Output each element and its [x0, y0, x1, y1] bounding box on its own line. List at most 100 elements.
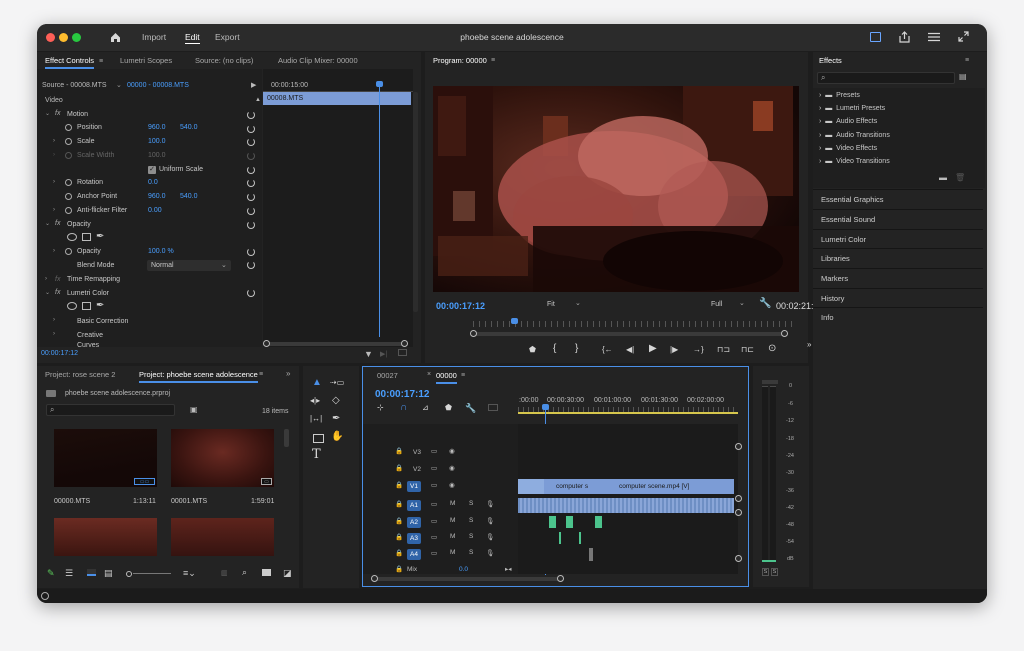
quality-select[interactable]: Full ⌄ [707, 299, 751, 310]
sync-lock-icon[interactable]: ▭ [431, 481, 437, 489]
camera-icon[interactable]: ⊙ [768, 344, 776, 354]
clip-thumbnail[interactable] [54, 518, 157, 556]
stopwatch-icon[interactable] [65, 193, 72, 200]
chevron-down-icon[interactable]: ⌄ [116, 81, 122, 89]
position-y-value[interactable]: 540.0 [180, 124, 198, 131]
panel-essential-sound[interactable]: Essential Sound [813, 209, 983, 228]
freeform-view-icon[interactable]: ▤ [104, 568, 113, 579]
antiflicker-value[interactable]: 0.00 [148, 207, 162, 214]
zoom-slider[interactable] [133, 573, 171, 574]
ellipse-mask-icon[interactable] [67, 302, 77, 310]
timeline-scroll-left[interactable] [371, 575, 378, 582]
panel-essential-graphics[interactable]: Essential Graphics [813, 189, 983, 208]
opacity-value[interactable]: 100.0 % [148, 248, 174, 255]
lock-icon[interactable]: 🔒 [395, 447, 403, 455]
uniform-reset-icon[interactable] [247, 166, 255, 174]
track-label[interactable]: A2 [407, 517, 421, 528]
scale-disclosure[interactable]: › [53, 138, 55, 144]
lock-icon[interactable]: 🔒 [395, 517, 403, 525]
program-scroll-left[interactable] [470, 330, 477, 337]
lock-icon[interactable]: 🔒 [395, 549, 403, 557]
clip-thumbnail[interactable] [171, 518, 274, 556]
pencil-icon[interactable]: ✎ [47, 568, 55, 579]
effects-title[interactable]: Effects [819, 52, 842, 69]
track-label[interactable]: A3 [407, 533, 421, 544]
workspaces-icon[interactable] [870, 32, 881, 42]
mute-button[interactable]: M [450, 549, 455, 556]
panel-menu-icon[interactable]: ≡ [99, 58, 103, 65]
panel-history[interactable]: History [813, 288, 983, 307]
sequence-label[interactable]: 00000 - 00008.MTS [127, 82, 189, 89]
audio-clip-a3[interactable] [579, 532, 581, 544]
new-preset-bin-icon[interactable]: ▤ [959, 72, 971, 83]
blend-reset-icon[interactable] [247, 261, 255, 269]
vertical-zoom-handle[interactable] [735, 555, 742, 562]
scale-reset-icon[interactable] [247, 138, 255, 146]
lock-icon[interactable]: 🔒 [395, 464, 403, 472]
track-label[interactable]: A4 [407, 549, 421, 560]
track-label[interactable]: V1 [407, 481, 421, 492]
video-clip[interactable]: computer s [544, 479, 599, 494]
new-bin-icon[interactable] [262, 569, 271, 576]
mini-horizontal-scrollbar[interactable] [265, 342, 405, 346]
new-item-icon[interactable]: ◪ [283, 568, 292, 579]
audio-clip-a2[interactable] [549, 516, 556, 528]
panel-libraries[interactable]: Libraries [813, 248, 983, 267]
filter-icon[interactable]: ▼ [364, 349, 373, 359]
program-ruler[interactable] [473, 321, 793, 327]
antiflicker-disclosure[interactable]: › [53, 207, 55, 213]
sync-lock-icon[interactable]: ▭ [431, 517, 437, 525]
mute-button[interactable]: M [450, 533, 455, 540]
motion-reset-icon[interactable] [247, 111, 255, 119]
rectangle-mask-icon[interactable] [82, 233, 91, 241]
audio-clip-a2[interactable] [595, 516, 602, 528]
mark-in-icon[interactable]: { [553, 344, 556, 354]
ripple-edit-tool-icon[interactable]: ◂|▸ [310, 396, 320, 406]
mute-button[interactable]: M [450, 500, 455, 507]
lumetri-reset-icon[interactable] [247, 289, 255, 297]
fullscreen-icon[interactable] [958, 31, 969, 42]
vertical-zoom-handle[interactable] [735, 509, 742, 516]
rotation-reset-icon[interactable] [247, 179, 255, 187]
share-icon[interactable] [899, 31, 910, 43]
panel-menu-icon[interactable]: ≡ [461, 372, 465, 379]
scale-value[interactable]: 100.0 [148, 138, 166, 145]
mix-value[interactable]: 0.0 [459, 566, 468, 573]
marker-icon[interactable]: ⬟ [529, 345, 536, 355]
selection-tool-icon[interactable]: ▲ [312, 378, 322, 388]
vertical-zoom-handle[interactable] [735, 495, 742, 502]
go-to-out-icon[interactable]: →} [693, 345, 704, 355]
antiflicker-reset-icon[interactable] [247, 207, 255, 215]
timeline-timecode[interactable]: 00:00:17:12 [375, 389, 429, 400]
nest-icon[interactable]: ⊹ [377, 403, 384, 413]
lift-icon[interactable]: ⊓⊐ [717, 345, 730, 355]
mute-button[interactable]: M [450, 517, 455, 524]
icon-view-icon[interactable] [87, 569, 96, 576]
solo-button[interactable]: S [469, 517, 473, 524]
scroll-up-icon[interactable]: ▲ [255, 97, 261, 103]
track-label[interactable]: V2 [410, 464, 424, 475]
add-marker-icon[interactable]: ⬟ [445, 403, 452, 413]
tree-item-lumetri-presets[interactable]: › ▬ Lumetri Presets [819, 105, 885, 112]
position-reset-icon[interactable] [247, 125, 255, 133]
pen-mask-icon[interactable]: ✒ [96, 300, 104, 311]
solo-button[interactable]: S [469, 500, 473, 507]
zoom-select[interactable]: Fit ⌄ [543, 299, 587, 310]
list-view-icon[interactable]: ☰ [65, 568, 73, 579]
eye-icon[interactable]: ◉ [449, 481, 455, 489]
step-back-icon[interactable]: ◀| [626, 345, 634, 355]
microphone-icon[interactable]: 🎙 [486, 533, 494, 541]
track-label[interactable]: V3 [410, 447, 424, 458]
panel-menu-icon[interactable]: ≡ [259, 371, 263, 378]
hand-tool-icon[interactable]: ✋ [331, 432, 343, 442]
time-remap-disclosure[interactable]: › [45, 276, 47, 282]
uniform-scale-checkbox[interactable]: ✓ [148, 166, 156, 174]
timeline-settings-icon[interactable]: 🔧 [465, 403, 476, 413]
bin-from-search-icon[interactable]: ▣ [190, 405, 198, 414]
tree-item-video-effects[interactable]: › ▬ Video Effects [819, 145, 877, 152]
lumetri-disclosure[interactable]: ⌄ [45, 289, 50, 296]
new-bin-icon[interactable]: ▬ [939, 173, 947, 182]
lock-icon[interactable]: 🔒 [395, 565, 403, 573]
extract-icon[interactable]: ⊓⊏ [741, 345, 754, 355]
anchor-x-value[interactable]: 960.0 [148, 193, 166, 200]
